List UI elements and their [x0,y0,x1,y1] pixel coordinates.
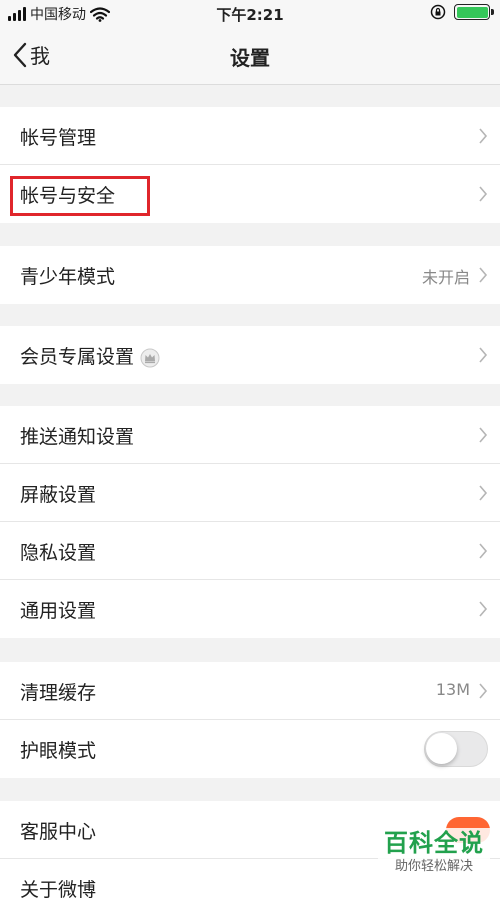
row-label: 帐号管理 [20,127,97,149]
row-general-settings[interactable]: 通用设置 [0,580,500,638]
chevron-right-icon [479,485,488,501]
vip-crown-icon [140,348,160,367]
row-label: 青少年模式 [20,266,116,288]
highlight-box [10,176,150,216]
row-label: 护眼模式 [20,740,97,762]
chevron-right-icon [479,186,488,202]
row-label: 屏蔽设置 [20,484,97,506]
settings-group-youth: 青少年模式 未开启 [0,246,500,304]
row-label: 客服中心 [20,821,97,843]
row-label: 通用设置 [20,600,97,622]
row-label: 清理缓存 [20,682,97,704]
chevron-right-icon [479,267,488,283]
battery-icon [454,4,494,20]
watermark-title: 百科全说 [384,829,484,857]
settings-group-general: 推送通知设置 屏蔽设置 隐私设置 通用设置 [0,406,500,638]
row-label: 推送通知设置 [20,426,135,448]
toggle-knob [426,733,457,764]
settings-group-vip: 会员专属设置 [0,326,500,384]
row-push-notifications[interactable]: 推送通知设置 [0,406,500,464]
chevron-right-icon [479,128,488,144]
chevron-right-icon [479,543,488,559]
row-account-management[interactable]: 帐号管理 [0,107,500,165]
navigation-bar: 我 设置 [0,28,500,85]
row-value: 未开启 [421,268,470,287]
row-label-wrap: 会员专属设置 [20,342,160,369]
row-block-settings[interactable]: 屏蔽设置 [0,464,500,522]
chevron-right-icon [479,347,488,363]
status-bar: 中国移动 下午2:21 [0,0,500,28]
row-eye-care-mode: 护眼模式 [0,720,500,778]
settings-group-storage: 清理缓存 13M 护眼模式 [0,662,500,778]
row-privacy-settings[interactable]: 隐私设置 [0,522,500,580]
chevron-right-icon [479,683,488,699]
status-time: 下午2:21 [216,6,284,24]
row-clear-cache[interactable]: 清理缓存 13M [0,662,500,720]
chevron-right-icon [479,427,488,443]
status-right [430,4,494,20]
eye-care-toggle[interactable] [424,731,488,767]
row-vip-settings[interactable]: 会员专属设置 [0,326,500,384]
battery-level [456,6,488,18]
page-title: 设置 [230,46,270,70]
row-label: 隐私设置 [20,542,97,564]
row-value: 13M [435,680,470,699]
orientation-lock-icon [430,4,446,20]
row-youth-mode[interactable]: 青少年模式 未开启 [0,246,500,304]
row-label: 会员专属设置 [20,346,135,368]
watermark: 百科全说 助你轻松解决 [378,828,490,876]
chevron-right-icon [479,601,488,617]
watermark-subtitle: 助你轻松解决 [394,859,473,874]
